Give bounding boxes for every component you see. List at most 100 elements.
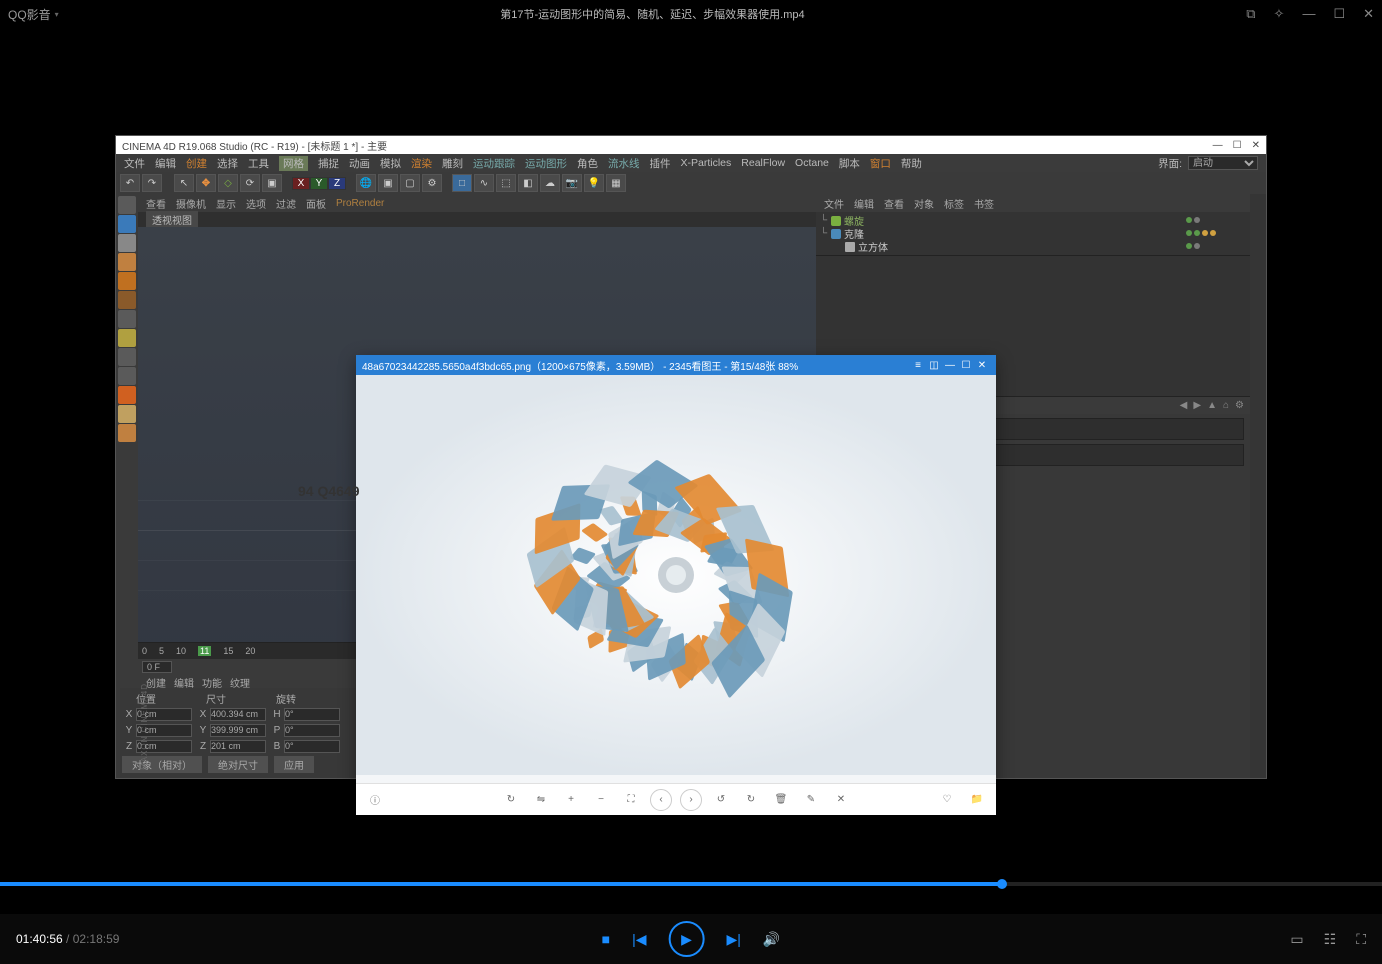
lt-axis-icon[interactable] (118, 310, 136, 328)
obj-menu-tag[interactable]: 标签 (944, 196, 964, 211)
iv-redo-icon[interactable]: ↻ (740, 789, 762, 811)
menu-render[interactable]: 渲染 (411, 156, 432, 171)
menu-sim[interactable]: 模拟 (380, 156, 401, 171)
attr-up-icon[interactable]: ▲ (1207, 400, 1217, 411)
c4d-maximize-icon[interactable]: ☐ (1233, 140, 1242, 151)
iv-delete-icon[interactable]: 🗑 (770, 789, 792, 811)
menu-sculpt[interactable]: 雕刻 (442, 156, 463, 171)
menu-track[interactable]: 运动跟踪 (473, 156, 515, 171)
rot-h[interactable] (284, 708, 340, 721)
render-settings-icon[interactable]: ⚙ (422, 174, 442, 192)
tl-current[interactable]: 11 (198, 646, 211, 656)
attr-prev-icon[interactable]: ◀ (1180, 400, 1188, 411)
vp-menu-view[interactable]: 查看 (146, 196, 166, 211)
iv-minimize-icon[interactable]: — (942, 360, 958, 371)
menu-xp[interactable]: X-Particles (681, 157, 732, 169)
lt-snap-icon[interactable] (118, 329, 136, 347)
image-viewer-titlebar[interactable]: 48a67023442285.5650a4f3bdc65.png（1200×67… (356, 355, 996, 375)
object-manager[interactable]: └螺旋 └克隆 立方体 (816, 212, 1250, 256)
obj-menu-file[interactable]: 文件 (824, 196, 844, 211)
next-track-icon[interactable]: ▶| (727, 931, 741, 948)
vp-menu-prorender[interactable]: ProRender (336, 198, 384, 209)
lt-texture-icon[interactable] (118, 234, 136, 252)
env-icon[interactable]: ☁ (540, 174, 560, 192)
vp-menu-panel[interactable]: 面板 (306, 196, 326, 211)
menu-rf[interactable]: RealFlow (741, 157, 785, 169)
lt-point-icon[interactable] (118, 253, 136, 271)
c4d-close-icon[interactable]: ✕ (1252, 140, 1260, 151)
iv-zoomout-icon[interactable]: − (590, 789, 612, 811)
vp-menu-camera[interactable]: 摄像机 (176, 196, 206, 211)
size-z[interactable] (210, 740, 266, 753)
axis-lock[interactable]: X Y Z (292, 177, 346, 190)
lt-edge-icon[interactable] (118, 272, 136, 290)
right-strip[interactable] (1250, 194, 1266, 778)
menu-pipe[interactable]: 流水线 (608, 156, 640, 171)
menu-plugins[interactable]: 插件 (650, 156, 671, 171)
minimize-icon[interactable]: — (1302, 6, 1315, 22)
vp-menu-display[interactable]: 显示 (216, 196, 236, 211)
menu-char[interactable]: 角色 (577, 156, 598, 171)
prev-track-icon[interactable]: |◀ (632, 931, 646, 948)
redo-icon[interactable]: ↷ (142, 174, 162, 192)
menu-snap[interactable]: 捕捉 (318, 156, 339, 171)
menu-edit[interactable]: 编辑 (155, 156, 176, 171)
menu-help[interactable]: 帮助 (901, 156, 922, 171)
fullscreen-icon[interactable]: ⛶ (1356, 931, 1366, 948)
iv-undo-icon[interactable]: ↺ (710, 789, 732, 811)
menu-window[interactable]: 窗口 (870, 156, 891, 171)
image-viewer-canvas[interactable] (356, 375, 996, 783)
attr-next-icon[interactable]: ▶ (1193, 400, 1201, 411)
maximize-icon[interactable]: ☐ (1333, 6, 1345, 22)
generator-icon[interactable]: ⬚ (496, 174, 516, 192)
iv-menu-icon[interactable]: ≡ (910, 360, 926, 371)
menu-create[interactable]: 创建 (186, 156, 207, 171)
menu-select[interactable]: 选择 (217, 156, 238, 171)
viewport-tab-perspective[interactable]: 透视视图 (146, 211, 198, 228)
obj-menu-edit[interactable]: 编辑 (854, 196, 874, 211)
menu-script[interactable]: 脚本 (839, 156, 860, 171)
iv-crop-icon[interactable]: ✕ (830, 789, 852, 811)
attr-gear-icon[interactable]: ⚙ (1235, 400, 1244, 411)
lt-model-icon[interactable] (118, 215, 136, 233)
stop-icon[interactable]: ■ (602, 931, 610, 947)
deformer-icon[interactable]: ◧ (518, 174, 538, 192)
pin-icon[interactable]: ✧ (1274, 6, 1285, 22)
render-icon[interactable]: ▣ (378, 174, 398, 192)
obj-menu-bk[interactable]: 书签 (974, 196, 994, 211)
coords-mode[interactable]: 对象（相对） (122, 756, 202, 773)
layout-select[interactable]: 启动 (1188, 156, 1258, 170)
coords-size-mode[interactable]: 绝对尺寸 (208, 756, 268, 773)
scale-icon[interactable]: ◇ (218, 174, 238, 192)
spline-icon[interactable]: ∿ (474, 174, 494, 192)
size-y[interactable] (210, 724, 266, 737)
render-region-icon[interactable]: ▢ (400, 174, 420, 192)
last-tool-icon[interactable]: ▣ (262, 174, 282, 192)
subtitle-icon[interactable]: ▭ (1290, 931, 1303, 948)
rot-b[interactable] (284, 740, 340, 753)
iv-maximize-icon[interactable]: ☐ (958, 360, 974, 371)
close-icon[interactable]: ✕ (1363, 6, 1374, 22)
menu-tools[interactable]: 工具 (248, 156, 269, 171)
iv-prev-icon[interactable]: ‹ (650, 789, 672, 811)
obj-menu-view[interactable]: 查看 (884, 196, 904, 211)
menu-anim[interactable]: 动画 (349, 156, 370, 171)
vp-menu-filter[interactable]: 过滤 (276, 196, 296, 211)
rotate-icon[interactable]: ⟳ (240, 174, 260, 192)
size-x[interactable] (210, 708, 266, 721)
iv-edit-icon[interactable]: ✎ (800, 789, 822, 811)
world-icon[interactable]: 🌐 (356, 174, 376, 192)
progress-bar[interactable] (0, 882, 1382, 886)
iv-fit-icon[interactable]: ⛶ (620, 789, 642, 811)
lt-extra-icon[interactable] (118, 424, 136, 442)
iv-close-icon[interactable]: ✕ (974, 360, 990, 371)
iv-restore-icon[interactable]: ◫ (926, 360, 942, 371)
menu-file[interactable]: 文件 (124, 156, 145, 171)
obj-menu-obj[interactable]: 对象 (914, 196, 934, 211)
undo-icon[interactable]: ↶ (120, 174, 140, 192)
iv-flip-icon[interactable]: ⇋ (530, 789, 552, 811)
lt-poly-icon[interactable] (118, 291, 136, 309)
vp-menu-options[interactable]: 选项 (246, 196, 266, 211)
playlist-icon[interactable]: ☷ (1324, 931, 1337, 948)
c4d-minimize-icon[interactable]: — (1213, 140, 1223, 151)
